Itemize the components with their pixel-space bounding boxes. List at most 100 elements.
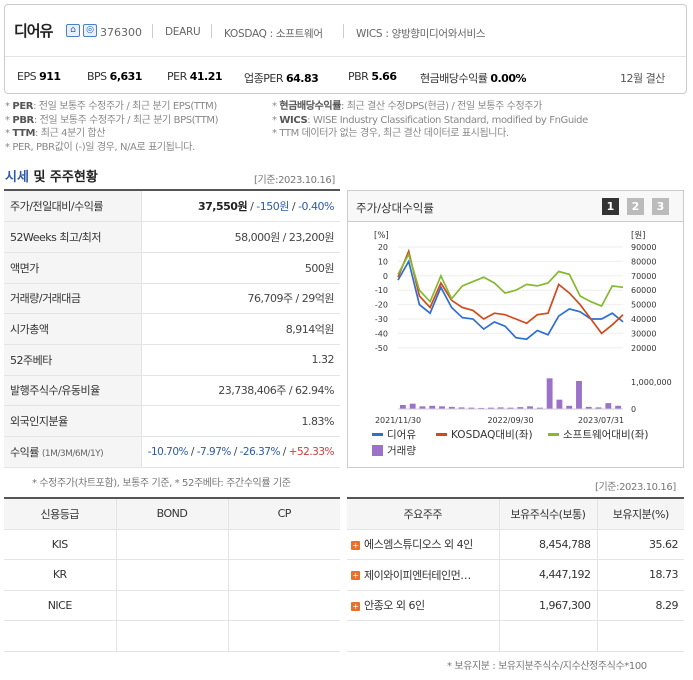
- section-title: 시세 및 주주현황: [5, 170, 98, 185]
- x-tick-label: 2023/07/31: [578, 416, 624, 425]
- metric-bps: BPS 6,631: [87, 70, 142, 83]
- chart-legend: 디어유 KOSDAQ대비(좌) 소프트웨어대비(좌) 거래량: [372, 429, 648, 457]
- chart-page-1[interactable]: 1: [602, 198, 619, 215]
- left-tick-label: -40: [375, 329, 388, 338]
- series-line: [397, 251, 624, 308]
- table-row: 거래량/거래대금 76,709주 / 29억원: [4, 283, 340, 315]
- holders-table: 주요주주 보유주식수(보통) 보유지분(%) + 에스엠스튜디오스 외 4인 8,…: [347, 499, 684, 652]
- x-tick-label: 2021/11/30: [375, 416, 421, 425]
- table-row: + 안종오 외 6인 1,967,300 8.29: [347, 590, 684, 621]
- metric-dividend-yield: 현금배당수익률 0.00%: [420, 72, 527, 85]
- left-tick-label: -30: [375, 315, 388, 324]
- volume-bars: [398, 378, 623, 410]
- table-row: [347, 620, 684, 652]
- table-row: 시가총액 8,914억원: [4, 313, 340, 345]
- right-tick-label: 80000: [631, 257, 656, 266]
- right-tick-label: 20000: [631, 344, 656, 353]
- table-row: KR: [4, 559, 340, 591]
- legend-swatch: [372, 445, 383, 456]
- stock-code: 376300: [100, 26, 142, 39]
- english-name: DEARU: [165, 26, 201, 38]
- settlement-month: 12월 결산: [620, 72, 665, 85]
- metric-industry-per: 업종PER 64.83: [244, 72, 319, 85]
- table-row: 액면가 500원: [4, 252, 340, 284]
- table-row: 주가/전일대비/수익률 37,550원 / -150원 / -0.40%: [4, 191, 340, 223]
- left-tick-label: 10: [378, 257, 388, 266]
- volume-tick-label: 0: [631, 405, 636, 414]
- table-row: [4, 620, 340, 652]
- holder-name[interactable]: + 안종오 외 6인: [347, 590, 500, 621]
- table-row: KIS: [4, 529, 340, 560]
- info-icon[interactable]: ◎: [83, 24, 97, 37]
- right-tick-label: 90000: [631, 243, 656, 252]
- table-row: 외국인지분율 1.83%: [4, 405, 340, 437]
- metric-pbr: PBR 5.66: [348, 70, 397, 83]
- expand-icon[interactable]: +: [351, 540, 360, 550]
- metric-per: PER 41.21: [167, 70, 223, 83]
- header-divider: [5, 56, 686, 57]
- left-tick-label: -10: [375, 286, 388, 295]
- right-tick-label: 30000: [631, 329, 656, 338]
- company-name: 디어유: [14, 22, 53, 40]
- returns-label: 수익률 (1M/3M/6M/1Y): [4, 436, 142, 468]
- legend-swatch: [372, 433, 383, 436]
- volume-tick-label: 1,000,000: [631, 378, 672, 387]
- footnotes-right: * 현금배당수익률: 최근 결산 수정DPS(현금) / 전일 보통주 수정주가…: [272, 101, 588, 139]
- holder-name[interactable]: + 제이와이피엔터테인먼…: [347, 559, 500, 591]
- volume-bar: [409, 403, 416, 409]
- base-date: [기준:2023.10.16]: [254, 175, 335, 186]
- holders-note: * 보유지분 : 보유지분주식수/지수산정주식수*100: [447, 661, 647, 672]
- table-row: 52Weeks 최고/최저 58,000원 / 23,200원: [4, 221, 340, 253]
- table-header: 주요주주 보유주식수(보통) 보유지분(%): [347, 499, 684, 530]
- x-axis-ticks: 2021/11/30 2022/09/30 2023/07/31: [375, 416, 624, 425]
- right-tick-label: 70000: [631, 272, 656, 281]
- expand-icon[interactable]: +: [351, 601, 360, 611]
- x-tick-label: 2022/09/30: [487, 416, 533, 425]
- chart-page-2[interactable]: 2: [627, 198, 644, 215]
- wics-info: WICS : 양방향미디어와서비스: [356, 28, 486, 40]
- legend-swatch: [436, 433, 447, 436]
- volume-bar: [546, 378, 553, 409]
- right-tick-label: 40000: [631, 315, 656, 324]
- volume-axis-ticks: 1,000,000 0: [631, 378, 672, 414]
- table-row: + 에스엠스튜디오스 외 4인 8,454,788 35.62: [347, 529, 684, 560]
- table-header: 신용등급 BOND CP: [4, 499, 340, 530]
- volume-bar: [556, 399, 563, 409]
- holders-base-date: [기준:2023.10.16]: [595, 482, 676, 493]
- legend-label: 거래량: [387, 445, 416, 457]
- price-value: 37,550원 / -150원 / -0.40%: [141, 191, 340, 223]
- chart-page-3[interactable]: 3: [652, 198, 669, 215]
- table-row: + 제이와이피엔터테인먼… 4,447,192 18.73: [347, 559, 684, 591]
- divider: [152, 24, 153, 38]
- row-label: 주가/전일대비/수익률: [4, 191, 142, 223]
- legend-label: 소프트웨어대비(좌): [563, 429, 648, 441]
- market-info: KOSDAQ : 소프트웨어: [224, 28, 323, 40]
- footnotes-left: * PER: 전일 보통주 수정주가 / 최근 분기 EPS(TTM) * PB…: [5, 101, 219, 153]
- right-axis-ticks: 90000 80000 70000 60000 50000 40000 30000 20000: [631, 243, 656, 353]
- left-axis-unit: [%]: [374, 231, 389, 241]
- right-tick-label: 50000: [631, 301, 656, 310]
- left-axis-ticks: 20 10 0 -10 -20 -30 -40 -50: [375, 243, 388, 353]
- left-tick-label: 0: [383, 272, 388, 281]
- left-tick-label: -20: [375, 301, 388, 310]
- table-row: 52주베타 1.32: [4, 344, 340, 376]
- price-chart: [%] [원] 20 10 0 -10 -20 -30 -40 -50 90000 80000 7…: [372, 231, 672, 457]
- credit-table: 신용등급 BOND CP KIS KR NICE: [4, 499, 340, 652]
- home-icon[interactable]: ⌂: [66, 24, 80, 37]
- divider: [211, 24, 212, 38]
- left-tick-label: 20: [378, 243, 388, 252]
- legend-swatch: [548, 433, 559, 436]
- right-axis-unit: [원]: [631, 231, 645, 241]
- legend-label: KOSDAQ대비(좌): [451, 429, 533, 441]
- expand-icon[interactable]: +: [351, 571, 360, 581]
- table-row: 수익률 (1M/3M/6M/1Y) -10.70% / -7.97% / -26…: [4, 436, 340, 468]
- quote-table: 주가/전일대비/수익률 37,550원 / -150원 / -0.40% 52W…: [4, 191, 340, 468]
- quote-note: * 수정주가(차트포함), 보통주 기준, * 52주베타: 주간수익률 기준: [32, 478, 291, 489]
- series-lines: [397, 248, 624, 341]
- right-tick-label: 60000: [631, 286, 656, 295]
- table-row: NICE: [4, 590, 340, 621]
- returns-value: -10.70% / -7.97% / -26.37% / +52.33%: [141, 436, 340, 468]
- volume-bar: [399, 405, 406, 409]
- holder-name[interactable]: + 에스엠스튜디오스 외 4인: [347, 529, 500, 560]
- volume-bar: [576, 381, 582, 409]
